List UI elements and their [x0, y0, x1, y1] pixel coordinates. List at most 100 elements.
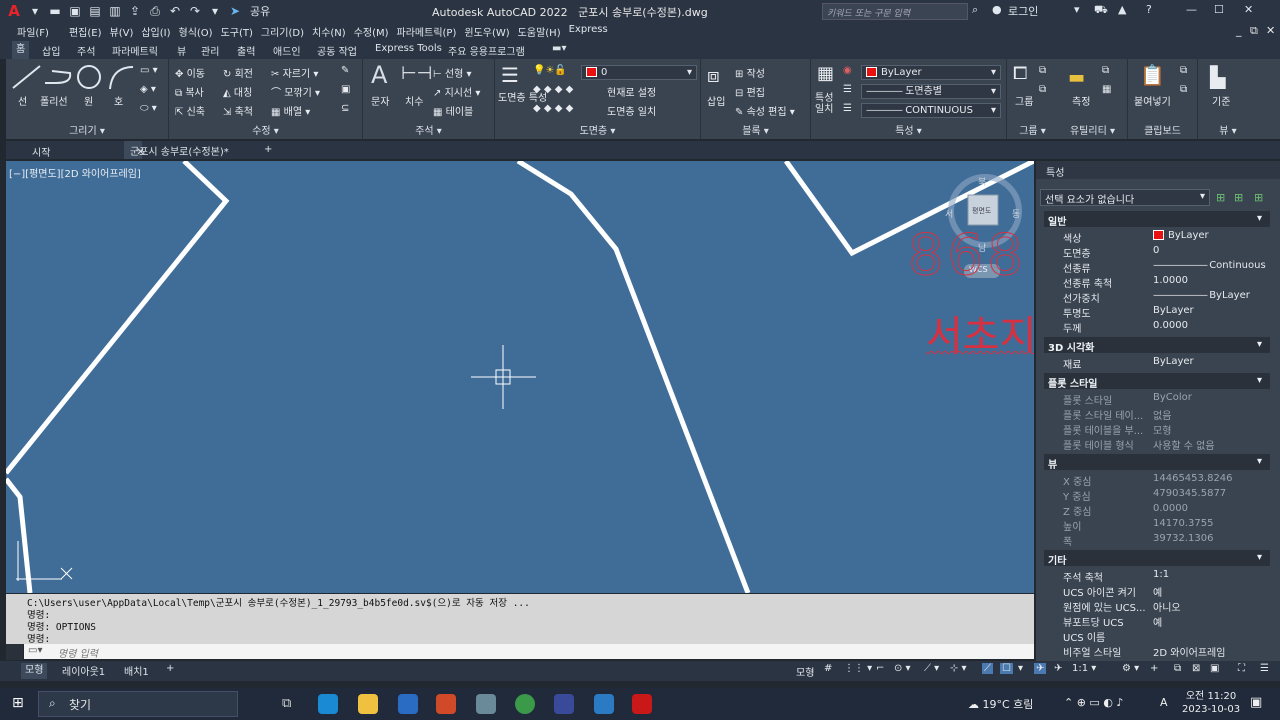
dimension-button[interactable]: 치수	[405, 93, 423, 108]
ellipse-icon[interactable]: ⬭ ▾	[140, 103, 157, 114]
tab-collaborate[interactable]: 공동 작업	[317, 43, 357, 58]
menu-format[interactable]: 형식(O)	[179, 22, 221, 40]
internet-explorer-icon[interactable]	[398, 694, 418, 714]
property-row[interactable]: X 중심 14465453.8246	[1044, 472, 1270, 488]
tab-manage[interactable]: 관리	[201, 43, 219, 58]
property-row[interactable]: 주석 축척 1:1	[1044, 568, 1270, 584]
chevron-down-icon[interactable]: ▾	[26, 2, 44, 20]
autodesk-app-icon[interactable]: ▲	[1118, 3, 1126, 16]
selection-dropdown[interactable]: 선택 요소가 없습니다 ▾	[1040, 189, 1210, 206]
ribbon-toggle-icon[interactable]: ▬▾	[552, 43, 566, 54]
property-row[interactable]: 재료 ByLayer	[1044, 355, 1270, 371]
share-button[interactable]: 공유	[250, 3, 270, 19]
snap-icon[interactable]: ⋮⋮ ▾	[844, 663, 872, 674]
lineweight-icon[interactable]: ☰	[843, 84, 852, 95]
viewcube-top-face[interactable]: 평면도	[972, 206, 991, 216]
annotation-scale-button[interactable]: 1:1 ▾	[1072, 663, 1096, 674]
quick-select-icon[interactable]: ⧉	[1102, 65, 1109, 76]
dimension-icon[interactable]: ⊢⊣	[401, 63, 432, 84]
group-icon[interactable]: ⧠	[1013, 63, 1027, 84]
group-button[interactable]: 그룹	[1015, 93, 1033, 108]
property-row[interactable]: 선종류 축척 1.0000	[1044, 274, 1270, 290]
tab-view[interactable]: 뷰	[177, 43, 186, 58]
close-tab-icon[interactable]: ✕	[136, 144, 144, 162]
line-button[interactable]: 선	[18, 93, 27, 108]
linetype-icon[interactable]: ☰	[843, 103, 852, 114]
fullscreen-icon[interactable]: ⛶	[1238, 663, 1245, 674]
task-view-icon[interactable]: ⧉	[282, 696, 291, 711]
tab-layout2[interactable]: 배치1	[124, 663, 149, 678]
group-edit-icon[interactable]: ⧉	[1039, 84, 1046, 95]
app-icon[interactable]	[476, 694, 496, 714]
autocad-taskbar-icon[interactable]	[632, 694, 652, 714]
layer-properties-icon[interactable]: ☰	[501, 63, 519, 87]
taskbar-search[interactable]: ⌕ 찾기	[38, 691, 238, 717]
chrome-icon[interactable]	[515, 694, 535, 714]
tab-parametric[interactable]: 파라메트릭	[112, 43, 158, 58]
tray-icons[interactable]: ⌃ ⊕ ▭ ◐ ♪	[1064, 696, 1123, 709]
menu-window[interactable]: 윈도우(W)	[464, 22, 517, 40]
minimize-icon[interactable]: —	[1186, 3, 1197, 16]
search-input[interactable]: 키워드 또는 구문 입력	[822, 3, 968, 20]
circle-button[interactable]: 원	[84, 93, 93, 108]
isodraft-icon[interactable]: ⟋ ▾	[924, 663, 939, 674]
windows-start-icon[interactable]: ⊞	[12, 695, 24, 711]
match-layer-button[interactable]: 도면층 일치	[607, 103, 656, 118]
polyline-icon[interactable]	[42, 63, 76, 91]
add-layout-icon[interactable]: +	[166, 663, 174, 674]
save-icon[interactable]: ▤	[86, 2, 104, 20]
tab-start[interactable]: 시작	[32, 144, 50, 159]
cut-icon[interactable]: ⧉	[1180, 65, 1187, 76]
notification-icon[interactable]: ▣	[1250, 695, 1262, 710]
tab-insert[interactable]: 삽입	[42, 43, 60, 58]
draw-group-label[interactable]: 그리기 ▾	[6, 122, 168, 137]
layers-group-label[interactable]: 도면층 ▾	[495, 122, 700, 137]
annotation-group-label[interactable]: 주석 ▾	[363, 122, 494, 137]
line-icon[interactable]	[10, 63, 44, 91]
tab-current-drawing[interactable]: 군포시 송부로(수정본)* ✕	[124, 141, 229, 162]
property-row[interactable]: 도면층 0	[1044, 244, 1270, 260]
chevron-down-icon[interactable]: ▾	[1074, 3, 1080, 16]
plot-icon[interactable]: ⎙	[146, 2, 164, 20]
undo-icon[interactable]: ↶	[166, 2, 184, 20]
scale-button[interactable]: ⇲ 축척	[223, 103, 253, 118]
rectangle-icon[interactable]: ▭ ▾	[140, 65, 158, 76]
menu-draw[interactable]: 그리기(D)	[261, 22, 312, 40]
workspace-gear-icon[interactable]: ⚙ ▾	[1122, 663, 1139, 674]
edit-block-button[interactable]: ⊟ 편집	[735, 84, 765, 99]
input-language-indicator[interactable]: A	[1160, 696, 1168, 709]
property-row[interactable]: 선종류 —————— Continuous	[1044, 259, 1270, 275]
chevron-down-icon[interactable]: ▾	[1018, 663, 1023, 674]
property-row[interactable]: 비주얼 스타일 2D 와이어프레임	[1044, 643, 1270, 659]
property-row[interactable]: 투명도 ByLayer	[1044, 304, 1270, 320]
redo-icon[interactable]: ↷	[186, 2, 204, 20]
hardware-acceleration-icon[interactable]: ⊠	[1192, 663, 1200, 674]
property-row[interactable]: UCS 이름	[1044, 628, 1270, 644]
polar-icon[interactable]: ⊙ ▾	[894, 663, 911, 674]
insert-block-button[interactable]: 삽입	[707, 93, 725, 108]
paste-button[interactable]: 붙여넣기	[1134, 93, 1171, 108]
menu-tools[interactable]: 도구(T)	[221, 22, 261, 40]
tab-annotate[interactable]: 주석	[77, 43, 95, 58]
file-explorer-icon[interactable]	[358, 694, 378, 714]
measure-icon[interactable]: ▬	[1068, 67, 1085, 88]
layer-dropdown[interactable]: 0 ▾	[581, 65, 697, 80]
powerpoint-icon[interactable]	[436, 694, 456, 714]
lineweight-dropdown[interactable]: ———— 도면층별 ▾	[861, 84, 1001, 99]
property-row[interactable]: 높이 14170.3755	[1044, 517, 1270, 533]
match-properties-button[interactable]: 특성 일치	[815, 93, 843, 115]
new-file-icon[interactable]: ▬	[46, 2, 64, 20]
annotation-visibility-icon[interactable]: ✈	[1034, 663, 1047, 674]
autocad-logo-icon[interactable]: A	[4, 2, 24, 20]
match-properties-icon[interactable]: ▦	[817, 63, 834, 84]
doc-minimize-icon[interactable]: _	[1236, 24, 1242, 37]
quick-select-icon[interactable]: ⊞	[1254, 191, 1263, 204]
base-view-icon[interactable]: ▙	[1210, 65, 1225, 89]
property-row[interactable]: 플롯 테이블 형식 사용할 수 없음	[1044, 436, 1270, 452]
doc-close-icon[interactable]: ✕	[1266, 24, 1275, 37]
property-row[interactable]: 플롯 스타일 ByColor	[1044, 391, 1270, 407]
color-wheel-icon[interactable]: ◉	[843, 65, 852, 76]
command-input[interactable]: 명령 입력	[24, 644, 1034, 660]
lineweight-toggle-icon[interactable]: ⟋	[982, 663, 993, 674]
tab-output[interactable]: 출력	[237, 43, 255, 58]
